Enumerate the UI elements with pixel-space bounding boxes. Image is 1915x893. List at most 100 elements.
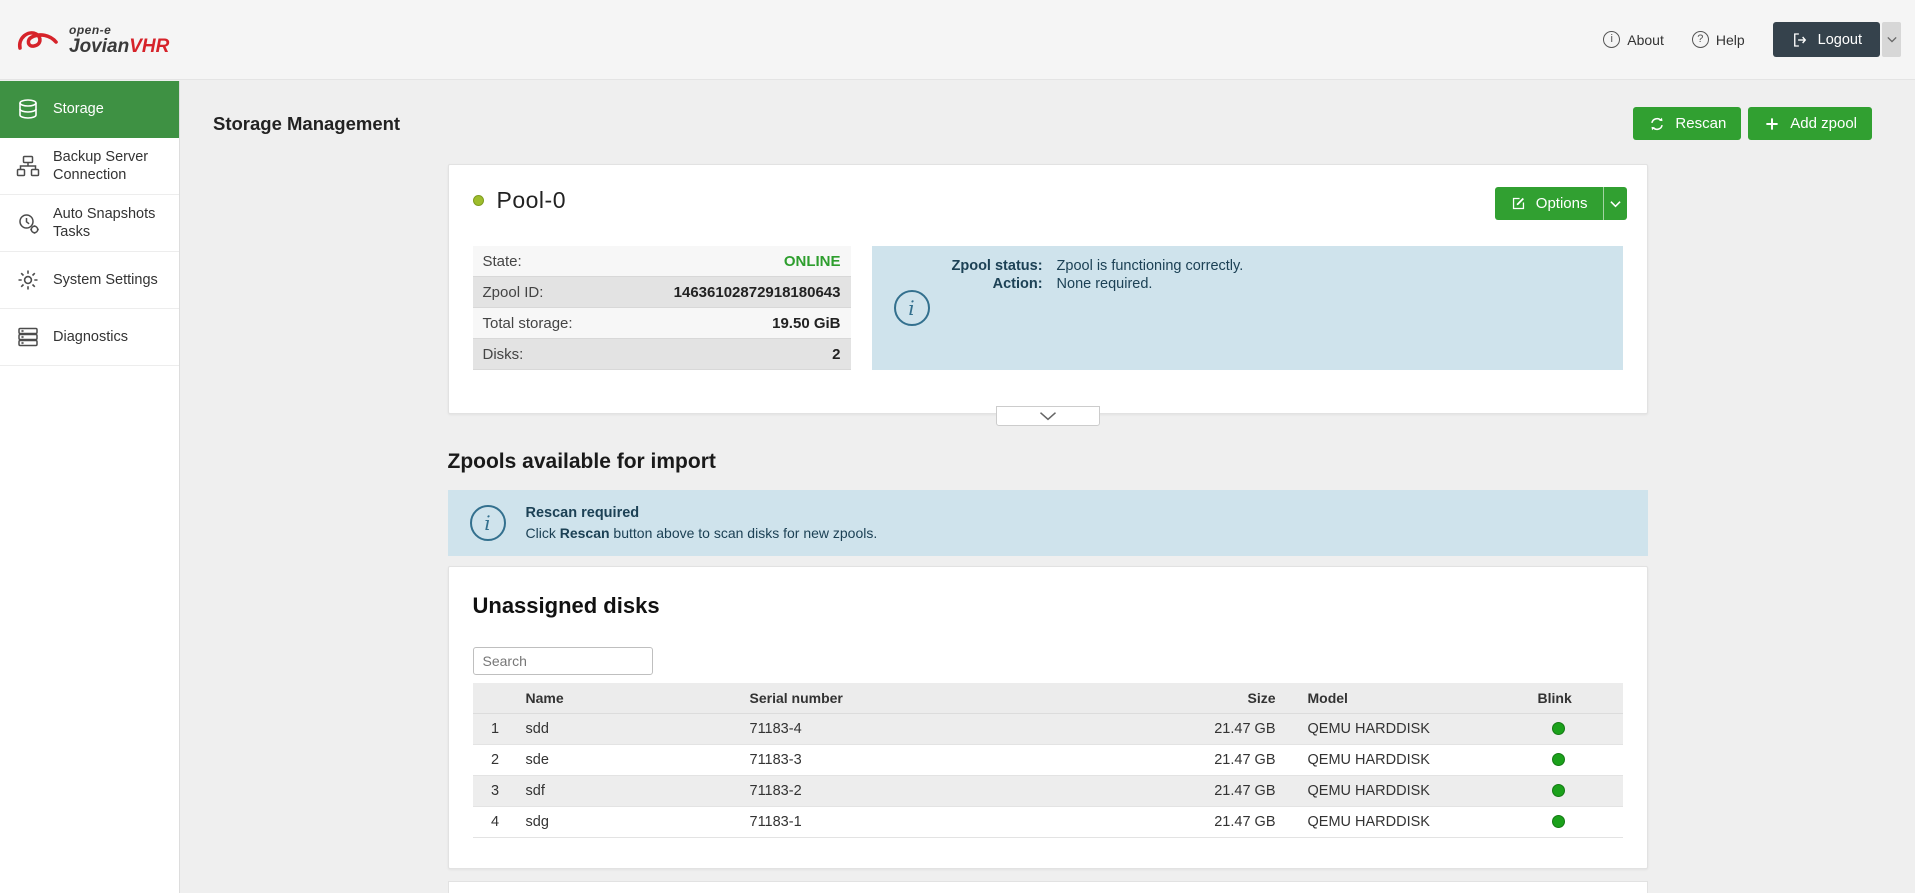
about-label: About	[1627, 32, 1664, 48]
pool-status-box: i Zpool status: Zpool is functioning cor…	[872, 246, 1623, 370]
plus-icon	[1763, 115, 1781, 133]
logout-icon	[1791, 31, 1809, 49]
disk-serial: 71183-3	[742, 744, 1142, 775]
pool-name: Pool-0	[497, 187, 566, 214]
zpool-status-value: Zpool is functioning correctly.	[1057, 258, 1244, 274]
sidebar-item-storage[interactable]: Storage	[0, 81, 179, 138]
import-section-title: Zpools available for import	[448, 450, 1648, 474]
column-header-serial: Serial number	[742, 683, 1142, 713]
sidebar-item-auto-snapshots-tasks[interactable]: Auto Snapshots Tasks	[0, 195, 179, 252]
disk-size: 21.47 GB	[1142, 713, 1300, 744]
banner-text-pre: Click	[526, 525, 560, 541]
column-header-name: Name	[518, 683, 742, 713]
detail-label: Total storage:	[483, 315, 573, 332]
disk-serial: 71183-2	[742, 775, 1142, 806]
logout-button[interactable]: Logout	[1773, 22, 1880, 57]
next-section-partial-card	[448, 881, 1648, 893]
logout-dropdown-button[interactable]	[1882, 22, 1901, 57]
disk-name: sdd	[518, 713, 742, 744]
table-header-row: Name Serial number Size Model Blink	[473, 683, 1623, 713]
diagnostics-icon	[15, 324, 41, 350]
disk-row[interactable]: 3 sdf 71183-2 21.47 GB QEMU HARDDISK	[473, 775, 1623, 806]
open-e-logo: open-e JovianVHR	[0, 23, 200, 57]
search-input[interactable]	[473, 647, 653, 675]
blink-indicator[interactable]	[1552, 784, 1565, 797]
detail-label: Zpool ID:	[483, 284, 544, 301]
banner-text-bold: Rescan	[560, 525, 610, 541]
disk-size: 21.47 GB	[1142, 744, 1300, 775]
rescan-required-banner: i Rescan required Click Rescan button ab…	[448, 490, 1648, 556]
add-zpool-label: Add zpool	[1790, 115, 1857, 132]
top-header: open-e JovianVHR i About ? Help Logout	[0, 0, 1915, 80]
pool-detail-row-zpool-id: Zpool ID: 14636102872918180643	[473, 277, 851, 308]
sidebar-item-system-settings[interactable]: System Settings	[0, 252, 179, 309]
backup-connection-icon	[15, 153, 41, 179]
edit-icon	[1510, 195, 1527, 212]
pool-zpool-id-value: 14636102872918180643	[674, 284, 841, 301]
disk-name: sdg	[518, 806, 742, 837]
disk-model: QEMU HARDDISK	[1300, 775, 1526, 806]
banner-title: Rescan required	[526, 505, 878, 521]
pool-title: Pool-0	[473, 187, 566, 214]
rescan-button[interactable]: Rescan	[1633, 107, 1741, 140]
disk-model: QEMU HARDDISK	[1300, 744, 1526, 775]
pool-detail-row-total-storage: Total storage: 19.50 GiB	[473, 308, 851, 339]
options-dropdown-button[interactable]	[1603, 187, 1627, 220]
sidebar-item-label: Storage	[53, 100, 104, 118]
column-header-model: Model	[1300, 683, 1526, 713]
sidebar-item-diagnostics[interactable]: Diagnostics	[0, 309, 179, 366]
zpool-action-label: Action:	[952, 276, 1043, 292]
page-title: Storage Management	[213, 113, 400, 135]
logout-button-group: Logout	[1773, 22, 1901, 57]
blink-indicator[interactable]	[1552, 722, 1565, 735]
pool-detail-row-disks: Disks: 2	[473, 339, 851, 370]
disk-row[interactable]: 4 sdg 71183-1 21.47 GB QEMU HARDDISK	[473, 806, 1623, 837]
pool-expand-button[interactable]	[996, 406, 1100, 426]
options-button[interactable]: Options	[1495, 187, 1603, 220]
rescan-label: Rescan	[1675, 115, 1726, 132]
disk-serial: 71183-1	[742, 806, 1142, 837]
options-button-group: Options	[1495, 187, 1627, 220]
unassigned-disks-card: Unassigned disks Name Serial number Size…	[448, 566, 1648, 869]
unassigned-disks-table: Name Serial number Size Model Blink 1 sd…	[473, 683, 1623, 838]
detail-label: State:	[483, 253, 522, 270]
snapshots-icon	[15, 210, 41, 236]
main-content: Storage Management Rescan Add zpool	[180, 81, 1915, 893]
about-button[interactable]: i About	[1603, 31, 1664, 48]
logo-vhr: VHR	[129, 36, 169, 57]
sidebar-item-backup-server-connection[interactable]: Backup Server Connection	[0, 138, 179, 195]
disk-index: 3	[473, 775, 518, 806]
logo-open-e: open-e	[69, 23, 169, 37]
help-label: Help	[1716, 32, 1745, 48]
sidebar-item-label: Diagnostics	[53, 328, 128, 346]
blink-indicator[interactable]	[1552, 753, 1565, 766]
pool-state-value: ONLINE	[784, 253, 841, 270]
info-icon: i	[470, 505, 506, 541]
disk-index: 1	[473, 713, 518, 744]
settings-gear-icon	[15, 267, 41, 293]
disk-name: sde	[518, 744, 742, 775]
disk-size: 21.47 GB	[1142, 775, 1300, 806]
disk-row[interactable]: 2 sde 71183-3 21.47 GB QEMU HARDDISK	[473, 744, 1623, 775]
expand-chevron-icon	[1037, 411, 1059, 421]
help-button[interactable]: ? Help	[1692, 31, 1745, 48]
info-icon: i	[894, 290, 930, 326]
blink-indicator[interactable]	[1552, 815, 1565, 828]
refresh-icon	[1648, 115, 1666, 133]
disk-row[interactable]: 1 sdd 71183-4 21.47 GB QEMU HARDDISK	[473, 713, 1623, 744]
pool-total-storage-value: 19.50 GiB	[772, 315, 840, 332]
question-circle-icon: ?	[1692, 31, 1709, 48]
pool-detail-row-state: State: ONLINE	[473, 246, 851, 277]
unassigned-disks-title: Unassigned disks	[473, 593, 1623, 619]
sidebar-item-label: Backup Server Connection	[53, 148, 167, 184]
disk-model: QEMU HARDDISK	[1300, 713, 1526, 744]
add-zpool-button[interactable]: Add zpool	[1748, 107, 1872, 140]
sidebar-item-label: System Settings	[53, 271, 158, 289]
column-header-size: Size	[1142, 683, 1300, 713]
column-header-index	[473, 683, 518, 713]
storage-icon	[15, 96, 41, 122]
chevron-down-icon	[1610, 200, 1621, 208]
disk-serial: 71183-4	[742, 713, 1142, 744]
disk-name: sdf	[518, 775, 742, 806]
disk-size: 21.47 GB	[1142, 806, 1300, 837]
